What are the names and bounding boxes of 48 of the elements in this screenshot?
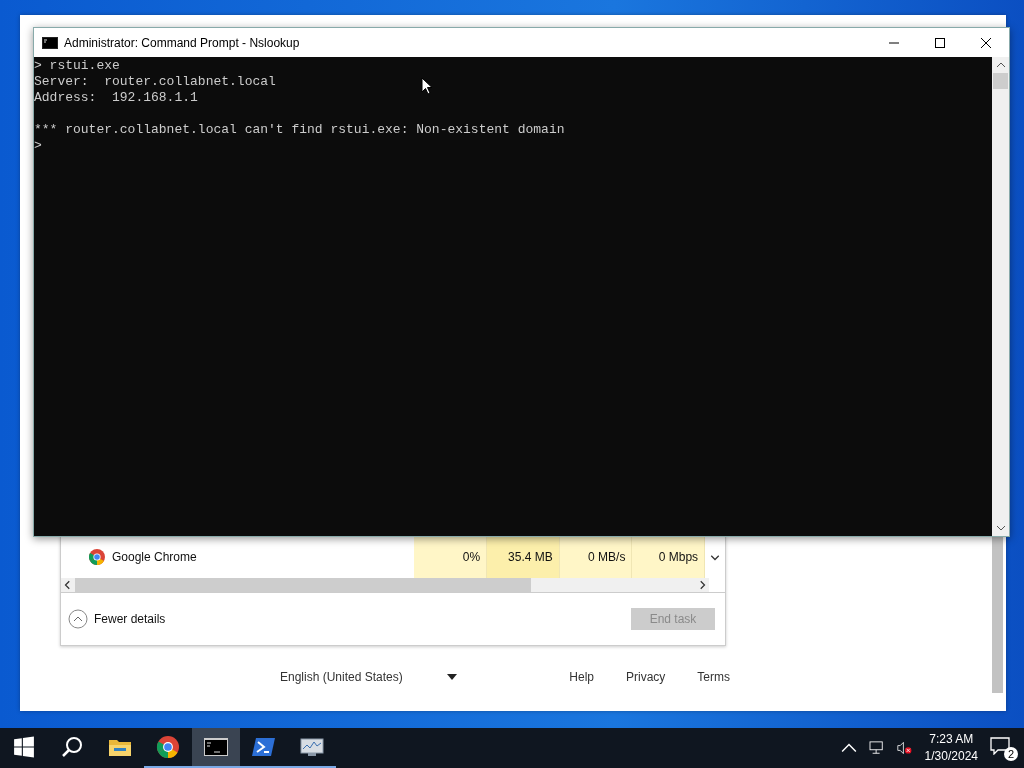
- chrome-icon: [156, 736, 180, 758]
- disk-cell: 0 MB/s: [559, 536, 633, 578]
- console-icon: [42, 36, 58, 49]
- scroll-thumb[interactable]: [993, 73, 1008, 89]
- scroll-thumb[interactable]: [75, 578, 531, 592]
- scroll-right-icon[interactable]: [697, 580, 707, 590]
- console-line: Server: router.collabnet.local: [34, 74, 276, 90]
- chrome-icon: [89, 549, 105, 565]
- memory-cell: 35.4 MB: [487, 536, 560, 578]
- footer-link[interactable]: Terms: [697, 670, 730, 684]
- close-icon: [981, 37, 991, 48]
- caret-icon: [446, 674, 457, 680]
- chevron-up-icon: [68, 609, 88, 629]
- console-line: > rstui.exe: [34, 58, 120, 74]
- scroll-down-icon[interactable]: [995, 524, 1006, 532]
- search-icon: [60, 736, 84, 758]
- taskbar-app-button[interactable]: [192, 728, 240, 768]
- notification-badge: 2: [1004, 747, 1018, 761]
- console-scrollbar[interactable]: [992, 57, 1009, 536]
- scroll-up-icon[interactable]: [995, 61, 1006, 69]
- footer-link[interactable]: Privacy: [626, 670, 666, 684]
- date-text: 1/30/2024: [924, 748, 978, 765]
- console-line: >: [34, 138, 42, 154]
- muted-speaker-icon[interactable]: [896, 741, 913, 755]
- powershell-icon: [252, 736, 276, 758]
- horizontal-scrollbar[interactable]: [61, 578, 709, 592]
- speech-bubble-icon: [990, 737, 1010, 755]
- chevron-up-icon[interactable]: [840, 741, 857, 755]
- windows-icon: [12, 736, 36, 758]
- language-dropdown[interactable]: English (United States): [280, 670, 457, 684]
- time-text: 7:23 AM: [929, 731, 974, 748]
- monitor-icon: [300, 736, 324, 758]
- scroll-left-icon[interactable]: [63, 580, 73, 590]
- maximize-icon: [935, 37, 945, 48]
- fewer-details-link[interactable]: Fewer details: [68, 609, 166, 629]
- footer-link[interactable]: Help: [569, 670, 594, 684]
- scroll-down-icon[interactable]: [710, 552, 721, 562]
- cpu-cell: 0%: [414, 536, 488, 578]
- console-icon: [204, 736, 228, 758]
- process-name: Google Chrome: [112, 550, 197, 564]
- console-line: Address: 192.168.1.1: [34, 90, 198, 106]
- console-line: *** router.collabnet.local can't find rstui.exe: Non-existent domain: [34, 122, 565, 138]
- window-title: Administrator: Command Prompt - Nslookup: [64, 35, 301, 50]
- page-scrollbar[interactable]: [992, 535, 1003, 693]
- clock[interactable]: 7:23 AM 1/30/2024: [924, 731, 978, 765]
- mouse-pointer-icon: [421, 77, 433, 95]
- network-cell: 0 Mbps: [632, 536, 706, 578]
- network-icon[interactable]: [868, 741, 885, 755]
